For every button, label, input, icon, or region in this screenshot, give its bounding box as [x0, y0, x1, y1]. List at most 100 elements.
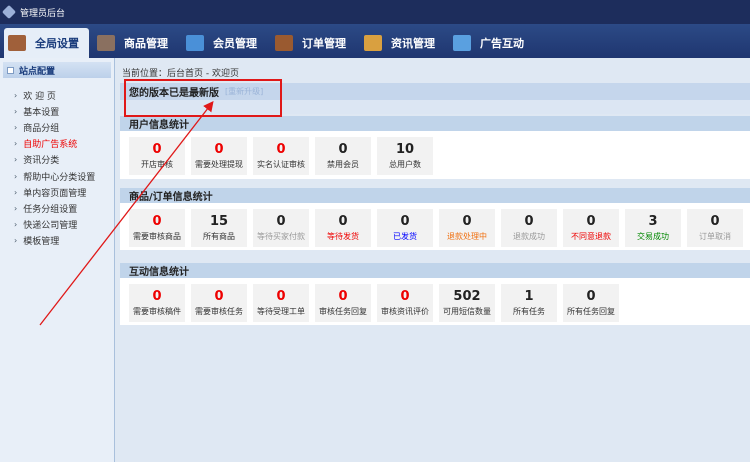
sidebar-item[interactable]: › 任务分组设置 — [0, 200, 114, 216]
stats-section: 互动信息统计 0 需要审核稿件 0 需要审核任务 0 等待受理工单 0 审核任务回复 0 审核资讯评… — [120, 263, 750, 325]
collapse-icon[interactable] — [7, 66, 14, 74]
stat-label: 所有任务回复 — [567, 307, 615, 316]
sidebar-item[interactable]: › 帮助中心分类设置 — [0, 168, 114, 184]
sidebar-item-label: 快递公司管理 — [23, 221, 78, 232]
chevron-right-icon: › — [14, 106, 18, 116]
stat-card[interactable]: 3 交易成功 — [625, 209, 681, 247]
stat-value: 15 — [209, 214, 229, 229]
stat-value: 502 — [453, 289, 481, 304]
stat-card[interactable]: 0 审核任务回复 — [315, 284, 371, 322]
sidebar-header[interactable]: 站点配置 — [3, 62, 111, 78]
stat-label: 禁用会员 — [327, 160, 359, 169]
sidebar-item[interactable]: › 欢 迎 页 — [0, 87, 114, 103]
nav-tab-0[interactable]: 全局设置 — [4, 28, 89, 58]
stat-card[interactable]: 0 等待受理工单 — [253, 284, 309, 322]
stat-card[interactable]: 0 等待买家付款 — [253, 209, 309, 247]
stat-card[interactable]: 0 等待发货 — [315, 209, 371, 247]
sidebar-item-label: 自助广告系统 — [23, 140, 78, 151]
stat-label: 已发货 — [393, 232, 417, 241]
stat-card[interactable]: 502 可用短信数量 — [439, 284, 495, 322]
sidebar-title: 站点配置 — [19, 66, 56, 77]
nav-tab-4[interactable]: 资讯管理 — [360, 28, 445, 58]
sidebar-menu: › 欢 迎 页 › 基本设置 › 商品分组 › 自助广告系统 › 资讯分类 › 帮助中心分类设置 › 单内… — [0, 87, 114, 249]
stats-section: 商品/订单信息统计 0 需要审核商品 15 所有商品 0 等待买家付款 0 等待发货 0 已发货 0 退… — [120, 188, 750, 250]
nav-tab-5[interactable]: 广告互动 — [449, 28, 534, 58]
sidebar-item[interactable]: › 自助广告系统 — [0, 136, 114, 152]
stat-value: 0 — [400, 214, 410, 229]
stat-value: 0 — [214, 142, 224, 157]
title-bar: 管理员后台 — [0, 0, 750, 24]
stat-card[interactable]: 0 需要审核商品 — [129, 209, 185, 247]
sidebar-item[interactable]: › 资讯分类 — [0, 152, 114, 168]
sidebar-item-label: 商品分组 — [23, 123, 60, 134]
chevron-right-icon: › — [14, 187, 18, 197]
stat-card[interactable]: 0 退款处理中 — [439, 209, 495, 247]
chevron-right-icon: › — [14, 203, 18, 213]
stat-value: 0 — [586, 289, 596, 304]
sidebar-item[interactable]: › 模板管理 — [0, 233, 114, 249]
stat-label: 退款处理中 — [447, 232, 487, 241]
chevron-right-icon: › — [14, 139, 18, 149]
stat-card[interactable]: 0 不同意退款 — [563, 209, 619, 247]
nav-tab-1[interactable]: 商品管理 — [93, 28, 178, 58]
sidebar-item-label: 资讯分类 — [23, 156, 60, 167]
chevron-right-icon: › — [14, 236, 18, 246]
stat-value: 0 — [586, 214, 596, 229]
sidebar-item-label: 欢 迎 页 — [23, 91, 56, 102]
stat-label: 不同意退款 — [571, 232, 611, 241]
stat-card[interactable]: 0 已发货 — [377, 209, 433, 247]
stat-label: 需要审核任务 — [195, 307, 243, 316]
stat-value: 0 — [338, 289, 348, 304]
sidebar-item[interactable]: › 商品分组 — [0, 119, 114, 135]
section-title: 互动信息统计 — [120, 263, 750, 278]
stat-label: 所有任务 — [513, 307, 545, 316]
nav-tab-icon — [97, 35, 115, 51]
nav-tab-2[interactable]: 会员管理 — [182, 28, 267, 58]
stat-value: 1 — [524, 289, 534, 304]
stat-card[interactable]: 0 所有任务回复 — [563, 284, 619, 322]
nav-tab-icon — [275, 35, 293, 51]
nav-tab-icon — [453, 35, 471, 51]
nav-tab-label: 资讯管理 — [391, 37, 435, 50]
stat-card[interactable]: 0 需要处理提现 — [191, 137, 247, 175]
stat-value: 3 — [648, 214, 658, 229]
nav-tab-label: 全局设置 — [35, 37, 79, 50]
stat-label: 交易成功 — [637, 232, 669, 241]
stat-label: 所有商品 — [203, 232, 235, 241]
section-title: 用户信息统计 — [120, 116, 750, 131]
stat-label: 订单取消 — [699, 232, 731, 241]
stat-card[interactable]: 0 禁用会员 — [315, 137, 371, 175]
breadcrumb: 当前位置：后台首页 - 欢迎页 — [122, 69, 239, 79]
nav-tab-3[interactable]: 订单管理 — [271, 28, 356, 58]
stat-card[interactable]: 1 所有任务 — [501, 284, 557, 322]
sidebar-item-label: 单内容页面管理 — [23, 188, 87, 199]
stat-label: 需要审核商品 — [133, 232, 181, 241]
main-content: 当前位置：后台首页 - 欢迎页 您的版本已是最新版 [重新升级] 用户信息统计 0 开… — [116, 58, 750, 462]
stat-label: 等待买家付款 — [257, 232, 305, 241]
stat-value: 0 — [276, 289, 286, 304]
stat-card[interactable]: 0 审核资讯评价 — [377, 284, 433, 322]
sidebar-item[interactable]: › 基本设置 — [0, 103, 114, 119]
nav-tab-label: 商品管理 — [124, 37, 168, 50]
stat-label: 实名认证审核 — [257, 160, 305, 169]
stat-card[interactable]: 0 订单取消 — [687, 209, 743, 247]
stat-card[interactable]: 0 开店审核 — [129, 137, 185, 175]
stat-label: 可用短信数量 — [443, 307, 491, 316]
nav-tab-icon — [364, 35, 382, 51]
stat-card[interactable]: 15 所有商品 — [191, 209, 247, 247]
stat-value: 0 — [338, 142, 348, 157]
nav-tab-label: 订单管理 — [302, 37, 346, 50]
stat-label: 审核资讯评价 — [381, 307, 429, 316]
stat-value: 0 — [152, 289, 162, 304]
stat-label: 总用户数 — [389, 160, 421, 169]
stat-card[interactable]: 0 实名认证审核 — [253, 137, 309, 175]
stat-label: 退款成功 — [513, 232, 545, 241]
sidebar-item[interactable]: › 单内容页面管理 — [0, 184, 114, 200]
sidebar-item[interactable]: › 快递公司管理 — [0, 217, 114, 233]
logo-icon — [1, 4, 17, 20]
stat-card[interactable]: 0 需要审核任务 — [191, 284, 247, 322]
stat-card[interactable]: 0 需要审核稿件 — [129, 284, 185, 322]
stat-label: 开店审核 — [141, 160, 173, 169]
stat-card[interactable]: 0 退款成功 — [501, 209, 557, 247]
stat-card[interactable]: 10 总用户数 — [377, 137, 433, 175]
